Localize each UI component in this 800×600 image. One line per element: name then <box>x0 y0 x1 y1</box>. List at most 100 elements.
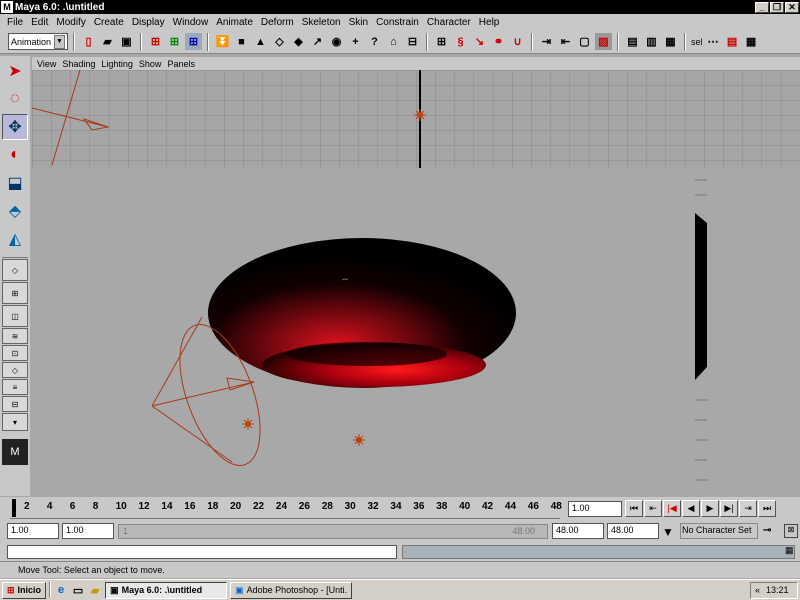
go-to-start-icon[interactable]: ⏮ <box>625 500 643 517</box>
snap-icon[interactable]: ⊟ <box>404 33 421 50</box>
magnet-icon[interactable]: ∪ <box>509 33 526 50</box>
filter-icon[interactable]: ⏬ <box>214 33 231 50</box>
output-ops-icon[interactable]: ⇤ <box>557 33 574 50</box>
menu-animate[interactable]: Animate <box>212 17 257 28</box>
menu-constrain[interactable]: Constrain <box>372 17 423 28</box>
menu-display[interactable]: Display <box>128 17 169 28</box>
step-forward-key-icon[interactable]: ⇥ <box>739 500 757 517</box>
range-bar[interactable]: 1 48.00 <box>118 524 548 539</box>
key-icon[interactable]: ⊸ <box>763 525 771 536</box>
custom-layout-icon[interactable]: ⊟ <box>2 396 28 412</box>
character-set-field[interactable]: No Character Set <box>680 523 758 539</box>
menu-help[interactable]: Help <box>475 17 504 28</box>
triangle-icon[interactable]: ▲ <box>252 33 269 50</box>
input-ops-icon[interactable]: ⇥ <box>538 33 555 50</box>
square-icon[interactable]: ■ <box>233 33 250 50</box>
curve-icon[interactable]: ◇ <box>271 33 288 50</box>
menu-skin[interactable]: Skin <box>345 17 372 28</box>
panel-menu-show[interactable]: Show <box>136 59 165 69</box>
menu-file[interactable]: File <box>3 17 27 28</box>
rotate-tool-icon[interactable]: ◐ <box>2 142 28 168</box>
save-scene-icon[interactable]: ▣ <box>118 33 135 50</box>
persp-outliner-layout-icon[interactable]: ◫ <box>2 305 28 327</box>
menu-edit[interactable]: Edit <box>27 17 52 28</box>
channel-box-icon[interactable]: ▤ <box>724 33 741 50</box>
panel-menu-panels[interactable]: Panels <box>164 59 198 69</box>
close-button[interactable]: ✕ <box>785 1 799 13</box>
ipr-render-icon[interactable]: ▥ <box>643 33 660 50</box>
select-object-icon[interactable]: ⊞ <box>166 33 183 50</box>
panel-menu-view[interactable]: View <box>34 59 59 69</box>
play-forward-icon[interactable]: ▶ <box>701 500 719 517</box>
question-icon[interactable]: ? <box>366 33 383 50</box>
single-perspective-layout-icon[interactable]: ◇ <box>2 259 28 281</box>
lasso-tool-icon[interactable]: ◌ <box>2 86 28 112</box>
snap-grid-icon[interactable]: ⊞ <box>433 33 450 50</box>
graph-layout-icon[interactable]: ≡ <box>2 379 28 395</box>
start-button[interactable]: ⊞ Inicio <box>2 581 47 599</box>
menu-character[interactable]: Character <box>423 17 475 28</box>
menu-deform[interactable]: Deform <box>257 17 298 28</box>
manipulator-tool-icon[interactable]: ⬘ <box>2 198 28 224</box>
menu-skeleton[interactable]: Skeleton <box>298 17 345 28</box>
current-time-field[interactable]: 1.00 <box>568 501 622 517</box>
show-desktop-icon[interactable]: ▭ <box>71 582 85 599</box>
select-component-icon[interactable]: ⊞ <box>185 33 202 50</box>
scale-tool-icon[interactable]: ⬓ <box>2 170 28 196</box>
menu-window[interactable]: Window <box>169 17 213 28</box>
playback-start-field[interactable]: 1.00 <box>62 523 114 539</box>
tray-expand-icon[interactable]: « <box>755 585 760 595</box>
panel-menu-shading[interactable]: Shading <box>59 59 98 69</box>
step-forward-frame-icon[interactable]: ▶| <box>720 500 738 517</box>
folder-icon[interactable]: ▰ <box>88 582 102 599</box>
pivot-icon[interactable]: ↗ <box>309 33 326 50</box>
anim-prefs-icon[interactable]: ⊠ <box>784 524 798 538</box>
move-tool-icon[interactable]: ✥ <box>2 114 28 140</box>
attribute-editor-icon[interactable]: ▦ <box>743 33 760 50</box>
chevron-down-icon[interactable]: ▼ <box>54 34 65 49</box>
persp-trax-layout-icon[interactable]: ◇ <box>2 362 28 378</box>
viewport-grid-panel[interactable] <box>32 70 800 168</box>
command-input[interactable] <box>7 545 397 559</box>
play-backward-icon[interactable]: ◀ <box>682 500 700 517</box>
time-slider[interactable]: 2 4 6 8 10 12 14 16 18 20 22 24 26 28 30 32 34 36 38 40 42 44… <box>0 497 800 521</box>
menu-modify[interactable]: Modify <box>52 17 89 28</box>
diamond-icon[interactable]: ◆ <box>290 33 307 50</box>
select-tool-icon[interactable]: ➤ <box>2 58 28 84</box>
snap-curve-icon[interactable]: § <box>452 33 469 50</box>
taskbar-photoshop-button[interactable]: ▣ Adobe Photoshop - [Unti... <box>230 581 353 599</box>
four-view-layout-icon[interactable]: ⊞ <box>2 282 28 304</box>
playback-end-field[interactable]: 48.00 <box>552 523 604 539</box>
hypershade-layout-icon[interactable]: ⊡ <box>2 345 28 361</box>
circle-dot-icon[interactable]: ◉ <box>328 33 345 50</box>
panel-menu-lighting[interactable]: Lighting <box>98 59 136 69</box>
select-field-icon[interactable]: ⋯ <box>705 33 722 50</box>
script-editor-icon[interactable]: ▦ <box>785 545 798 559</box>
minimize-button[interactable]: _ <box>755 1 769 13</box>
start-time-field[interactable]: 1.00 <box>7 523 59 539</box>
go-to-end-icon[interactable]: ⏭ <box>758 500 776 517</box>
render-icon[interactable]: ▤ <box>624 33 641 50</box>
persp-graph-layout-icon[interactable]: ≋ <box>2 328 28 344</box>
end-time-field[interactable]: 48.00 <box>607 523 659 539</box>
snap-point-icon[interactable]: ↘ <box>471 33 488 50</box>
open-scene-icon[interactable]: ▰ <box>99 33 116 50</box>
new-scene-icon[interactable]: ▯ <box>80 33 97 50</box>
time-ruler[interactable]: 2 4 6 8 10 12 14 16 18 20 22 24 26 28 30 32 34 36 38 40 42 44… <box>10 499 562 519</box>
more-layouts-icon[interactable]: ▾ <box>2 413 28 431</box>
step-back-frame-icon[interactable]: |◀ <box>663 500 681 517</box>
select-hierarchy-icon[interactable]: ⊞ <box>147 33 164 50</box>
character-set-dropdown-icon[interactable]: ▼ <box>662 525 674 539</box>
restore-button[interactable]: ❐ <box>770 1 784 13</box>
construction-history-icon[interactable]: ▨ <box>595 33 612 50</box>
perspective-viewport[interactable] <box>32 170 800 495</box>
history-icon[interactable]: ▢ <box>576 33 593 50</box>
taskbar-maya-button[interactable]: ▣ Maya 6.0: .\untitled <box>105 581 228 599</box>
menu-create[interactable]: Create <box>90 17 128 28</box>
lock-icon[interactable]: ⌂ <box>385 33 402 50</box>
plus-icon[interactable]: + <box>347 33 364 50</box>
internet-explorer-icon[interactable]: e <box>54 582 68 599</box>
current-time-marker[interactable] <box>12 499 16 517</box>
render-settings-icon[interactable]: ▦ <box>662 33 679 50</box>
step-back-key-icon[interactable]: ⇤ <box>644 500 662 517</box>
